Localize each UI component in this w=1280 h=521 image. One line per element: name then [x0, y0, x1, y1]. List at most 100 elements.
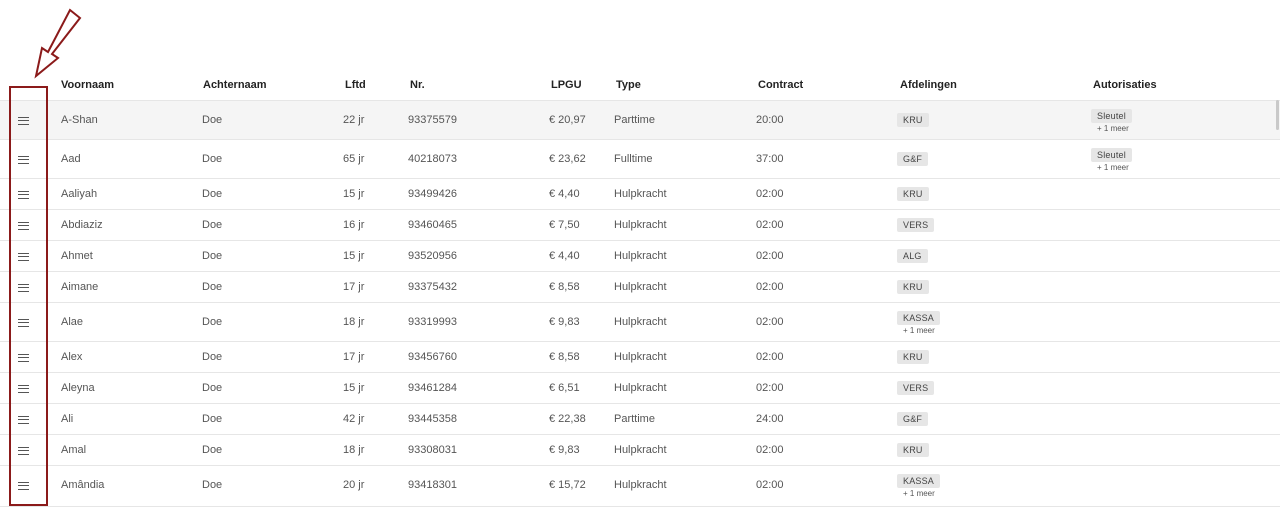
table-row[interactable]: Ahmet Doe 15 jr 93520956 € 4,40 Hulpkracht 02:…: [0, 240, 1280, 271]
cell-achternaam: Doe: [202, 443, 223, 456]
column-header-autorisaties[interactable]: Autorisaties: [1093, 79, 1157, 91]
afdeling-more-link[interactable]: + 1 meer: [897, 326, 940, 335]
cell-lftd: 22 jr: [343, 113, 365, 126]
table-row[interactable]: Aimane Doe 17 jr 93375432 € 8,58 Hulpkracht 02…: [0, 271, 1280, 302]
cell-type: Fulltime: [614, 152, 653, 165]
afdeling-badge[interactable]: KASSA: [897, 310, 941, 325]
autorisatie-cell: Sleutel + 1 meer: [1091, 108, 1132, 133]
table-row[interactable]: Ali Doe 42 jr 93445358 € 22,38 Parttime 24:00 G…: [0, 403, 1280, 434]
afdeling-badge[interactable]: G&F: [897, 411, 929, 426]
cell-lpgu: € 22,38: [549, 412, 586, 425]
afdeling-cell: KASSA + 1 meer: [897, 310, 941, 335]
cell-lftd: 65 jr: [343, 152, 365, 165]
cell-nr: 93460465: [408, 218, 457, 231]
cell-lpgu: € 8,58: [549, 280, 580, 293]
cell-achternaam: Doe: [202, 113, 223, 126]
column-header-type[interactable]: Type: [616, 79, 641, 91]
cell-nr: 93308031: [408, 443, 457, 456]
table-row[interactable]: Aaliyah Doe 15 jr 93499426 € 4,40 Hulpkracht 0…: [0, 178, 1280, 209]
afdeling-badge[interactable]: VERS: [897, 217, 935, 232]
scrollbar-thumb[interactable]: [1276, 100, 1279, 130]
column-header-voornaam[interactable]: Voornaam: [61, 79, 114, 91]
table-row[interactable]: Aad Doe 65 jr 40218073 € 23,62 Fulltime 37:00 G…: [0, 139, 1280, 178]
cell-type: Hulpkracht: [614, 187, 667, 200]
hamburger-icon[interactable]: [18, 252, 29, 261]
cell-type: Hulpkracht: [614, 443, 667, 456]
hamburger-icon[interactable]: [18, 116, 29, 125]
column-header-achternaam[interactable]: Achternaam: [203, 79, 267, 91]
hamburger-icon[interactable]: [18, 353, 29, 362]
cell-voornaam: Aaliyah: [61, 187, 98, 200]
cell-lpgu: € 7,50: [549, 218, 580, 231]
cell-lpgu: € 15,72: [549, 478, 586, 491]
column-header-lpgu[interactable]: LPGU: [551, 79, 582, 91]
autorisatie-cell: Sleutel + 1 meer: [1091, 147, 1132, 172]
cell-contract: 02:00: [756, 218, 784, 231]
afdeling-badge[interactable]: KRU: [897, 279, 929, 294]
hamburger-icon[interactable]: [18, 283, 29, 292]
afdeling-badge[interactable]: KRU: [897, 442, 929, 457]
table-bottom-divider: [0, 506, 1280, 507]
cell-lpgu: € 4,40: [549, 249, 580, 262]
column-header-nr[interactable]: Nr.: [410, 79, 425, 91]
cell-nr: 93520956: [408, 249, 457, 262]
cell-achternaam: Doe: [202, 478, 223, 491]
cell-nr: 93375432: [408, 280, 457, 293]
autorisatie-badge[interactable]: Sleutel: [1091, 147, 1132, 162]
afdeling-badge[interactable]: KRU: [897, 186, 929, 201]
cell-nr: 93456760: [408, 350, 457, 363]
table-row[interactable]: Alex Doe 17 jr 93456760 € 8,58 Hulpkracht 02:0…: [0, 341, 1280, 372]
afdeling-cell: VERS: [897, 380, 935, 395]
afdeling-cell: KRU: [897, 349, 929, 364]
hamburger-icon[interactable]: [18, 384, 29, 393]
cell-contract: 20:00: [756, 113, 784, 126]
afdeling-cell: G&F: [897, 411, 929, 426]
table-row[interactable]: Alae Doe 18 jr 93319993 € 9,83 Hulpkracht 02:0…: [0, 302, 1280, 341]
afdeling-cell: KRU: [897, 186, 929, 201]
cell-lpgu: € 20,97: [549, 113, 586, 126]
hamburger-icon[interactable]: [18, 446, 29, 455]
afdeling-badge[interactable]: KRU: [897, 349, 929, 364]
cell-lftd: 20 jr: [343, 478, 365, 491]
cell-nr: 93445358: [408, 412, 457, 425]
hamburger-icon[interactable]: [18, 155, 29, 164]
cell-lftd: 15 jr: [343, 187, 365, 200]
afdeling-badge[interactable]: G&F: [897, 151, 929, 166]
table-row[interactable]: Amal Doe 18 jr 93308031 € 9,83 Hulpkracht 02:0…: [0, 434, 1280, 465]
cell-voornaam: Aad: [61, 152, 81, 165]
cell-lftd: 18 jr: [343, 315, 365, 328]
hamburger-icon[interactable]: [18, 415, 29, 424]
cell-achternaam: Doe: [202, 412, 223, 425]
hamburger-icon[interactable]: [18, 318, 29, 327]
hamburger-icon[interactable]: [18, 481, 29, 490]
cell-voornaam: Ahmet: [61, 249, 93, 262]
cell-lftd: 15 jr: [343, 381, 365, 394]
afdeling-badge[interactable]: VERS: [897, 380, 935, 395]
table-row[interactable]: Amândia Doe 20 jr 93418301 € 15,72 Hulpkracht…: [0, 465, 1280, 504]
afdeling-badge[interactable]: KASSA: [897, 473, 941, 488]
autorisatie-more-link[interactable]: + 1 meer: [1091, 163, 1132, 172]
hamburger-icon[interactable]: [18, 190, 29, 199]
autorisatie-badge[interactable]: Sleutel: [1091, 108, 1132, 123]
column-header-afdelingen[interactable]: Afdelingen: [900, 79, 957, 91]
autorisatie-more-link[interactable]: + 1 meer: [1091, 124, 1132, 133]
cell-type: Parttime: [614, 113, 655, 126]
cell-achternaam: Doe: [202, 381, 223, 394]
cell-achternaam: Doe: [202, 280, 223, 293]
column-header-contract[interactable]: Contract: [758, 79, 803, 91]
hamburger-icon[interactable]: [18, 221, 29, 230]
table-row[interactable]: A-Shan Doe 22 jr 93375579 € 20,97 Parttime 20:…: [0, 100, 1280, 139]
cell-contract: 02:00: [756, 381, 784, 394]
cell-lpgu: € 23,62: [549, 152, 586, 165]
column-header-lftd[interactable]: Lftd: [345, 79, 366, 91]
annotation-arrow-icon: [34, 8, 82, 79]
cell-voornaam: Alae: [61, 315, 84, 328]
table-row[interactable]: Abdiaziz Doe 16 jr 93460465 € 7,50 Hulpkracht…: [0, 209, 1280, 240]
afdeling-badge[interactable]: ALG: [897, 248, 928, 263]
afdeling-badge[interactable]: KRU: [897, 112, 929, 127]
cell-contract: 02:00: [756, 280, 784, 293]
cell-type: Hulpkracht: [614, 350, 667, 363]
afdeling-more-link[interactable]: + 1 meer: [897, 489, 940, 498]
afdeling-cell: KRU: [897, 442, 929, 457]
table-row[interactable]: Aleyna Doe 15 jr 93461284 € 6,51 Hulpkracht 02…: [0, 372, 1280, 403]
